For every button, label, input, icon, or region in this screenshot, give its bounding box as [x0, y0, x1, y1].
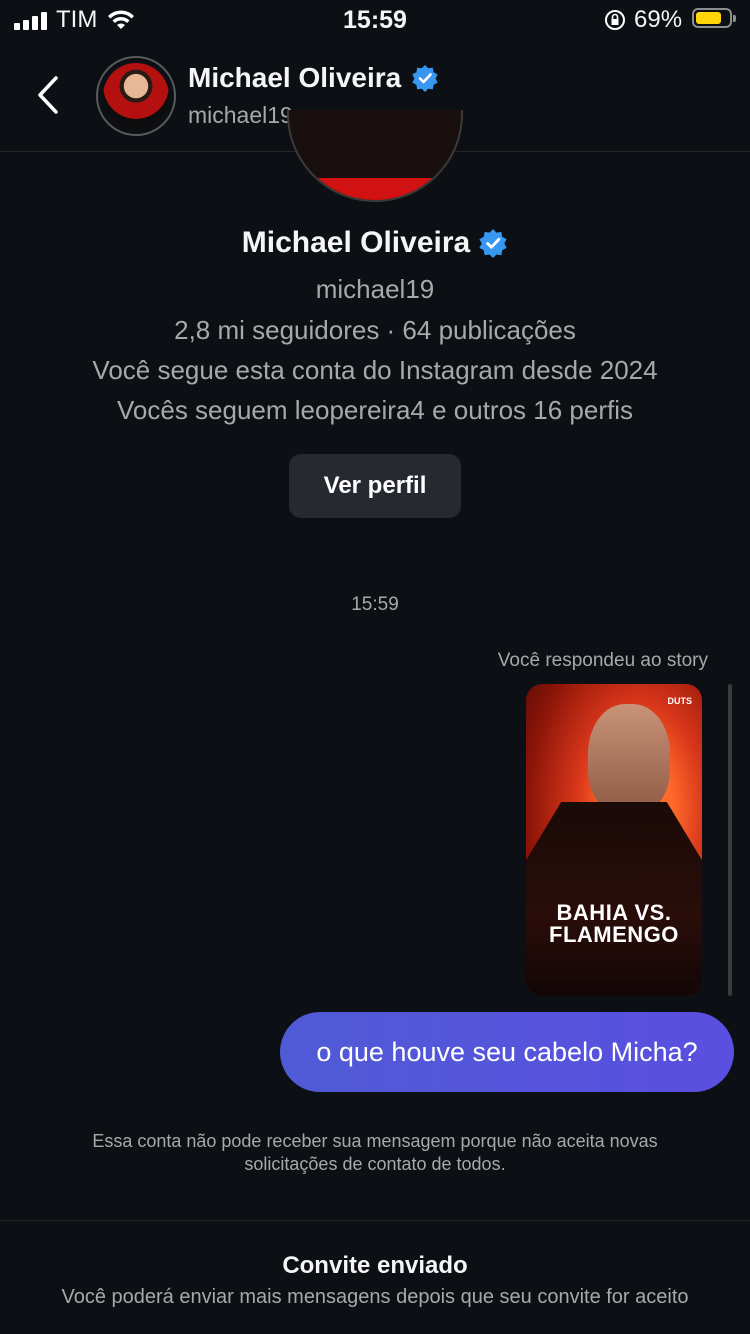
- story-reply-label: Você respondeu ao story: [497, 650, 708, 671]
- mutual-followers-text: Vocês seguem leopereira4 e outros 16 per…: [117, 395, 633, 425]
- verified-badge-icon: [479, 229, 507, 258]
- invite-sent-title: Convite enviado: [282, 1252, 468, 1279]
- follow-since-text: Você segue esta conta do Instagram desde…: [92, 355, 658, 385]
- message-text: o que houve seu cabelo Micha?: [316, 1036, 698, 1067]
- battery-icon: [692, 8, 736, 28]
- profile-name: Michael Oliveira: [241, 226, 471, 259]
- cannot-receive-notice: Essa conta não pode receber sua mensagem…: [92, 1131, 658, 1174]
- sent-message-bubble[interactable]: o que houve seu cabelo Micha?: [280, 1012, 734, 1092]
- back-chevron-icon[interactable]: [30, 70, 70, 120]
- verified-badge-icon: [412, 65, 438, 92]
- header-avatar[interactable]: [96, 56, 176, 136]
- profile-name-row: Michael Oliveira: [0, 226, 750, 260]
- invite-sent-text: Você poderá enviar mais mensagens depois…: [61, 1286, 689, 1308]
- view-profile-button[interactable]: Ver perfil: [289, 454, 461, 518]
- avatar-image: [103, 63, 169, 129]
- story-logo: DUTS: [667, 696, 693, 706]
- profile-username: michael19: [315, 274, 435, 304]
- profile-avatar[interactable]: [287, 110, 463, 202]
- header-name: Michael Oliveira: [188, 62, 402, 93]
- battery-percent: 69%: [634, 6, 683, 33]
- story-headline-2: FLAMENGO: [549, 922, 679, 947]
- header-name-row[interactable]: Michael Oliveira: [188, 62, 439, 94]
- header-username: michael19: [188, 102, 293, 128]
- scrollbar[interactable]: [728, 684, 732, 996]
- profile-stats: 2,8 mi seguidores · 64 publicações: [174, 315, 576, 345]
- footer-divider: [0, 1220, 750, 1221]
- message-timestamp: 15:59: [351, 594, 399, 615]
- story-thumbnail[interactable]: DUTS BAHIA VS. FLAMENGO: [526, 684, 702, 996]
- orientation-lock-icon: [605, 10, 625, 30]
